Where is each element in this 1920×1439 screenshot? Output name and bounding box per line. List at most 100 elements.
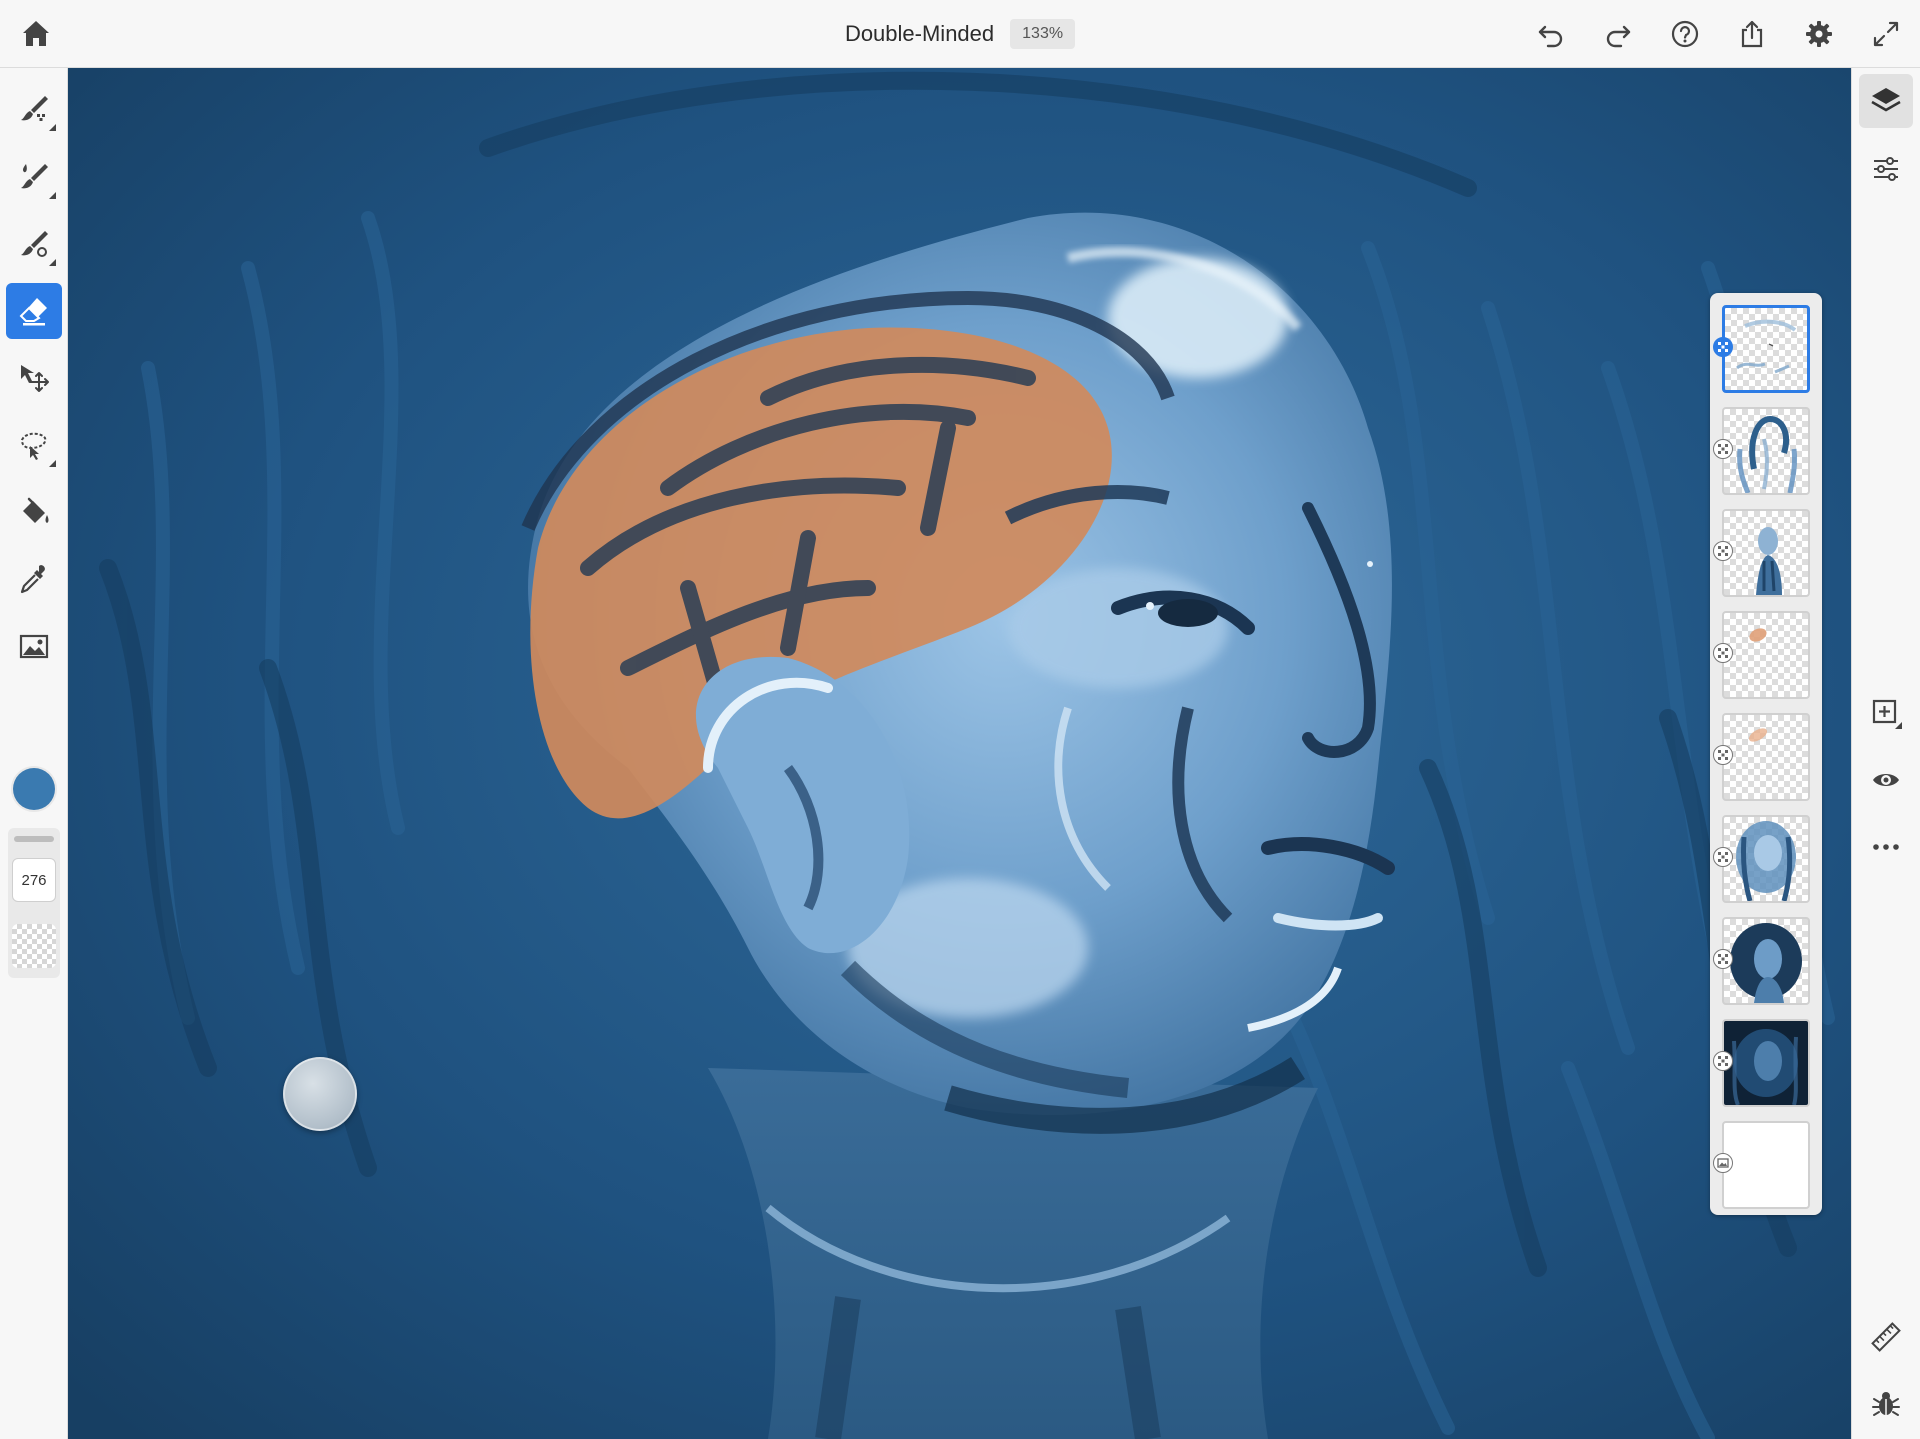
layer-1-preview xyxy=(1736,319,1797,374)
tool-pixel-brush[interactable] xyxy=(6,81,62,137)
pixel-layer-icon xyxy=(1718,750,1728,760)
layer-thumbnail-6[interactable] xyxy=(1722,815,1810,903)
brush-settings-panel: 276 xyxy=(8,828,60,978)
layers-icon xyxy=(1871,88,1901,112)
pixel-layer-icon xyxy=(1718,1056,1728,1066)
layer-properties-icon xyxy=(1874,157,1898,181)
layer-type-badge-1 xyxy=(1713,337,1733,357)
settings-button[interactable] xyxy=(1797,12,1841,56)
layer-type-badge-background xyxy=(1713,1153,1733,1173)
home-icon xyxy=(23,21,49,46)
visibility-icon xyxy=(1873,774,1899,786)
visibility-button[interactable] xyxy=(1859,753,1913,807)
brush-panel-handle[interactable] xyxy=(14,836,54,842)
debug-button[interactable] xyxy=(1859,1377,1913,1431)
layer-thumbnail-7[interactable] xyxy=(1722,917,1810,1005)
tool-selection[interactable] xyxy=(6,417,62,473)
more-icon xyxy=(1873,844,1899,850)
background-layer-thumbnail[interactable] xyxy=(1722,1121,1810,1209)
document-title[interactable]: Double-Minded xyxy=(845,21,994,47)
layer-type-badge-6 xyxy=(1713,847,1733,867)
pixel-layer-icon xyxy=(1718,342,1728,352)
add-layer-button[interactable] xyxy=(1859,686,1913,740)
fullscreen-icon xyxy=(1873,21,1899,47)
top-bar: Double-Minded 133% xyxy=(0,0,1920,68)
layer-type-badge-2 xyxy=(1713,439,1733,459)
share-button[interactable] xyxy=(1730,12,1774,56)
pixel-layer-icon xyxy=(1718,444,1728,454)
pixel-layer-icon xyxy=(1718,852,1728,862)
live-brush-icon xyxy=(21,164,48,189)
layer-thumbnail-4[interactable] xyxy=(1722,611,1810,699)
redo-button[interactable] xyxy=(1596,12,1640,56)
fullscreen-button[interactable] xyxy=(1864,12,1908,56)
undo-icon xyxy=(1538,25,1563,48)
layer-type-badge-5 xyxy=(1713,745,1733,765)
help-icon xyxy=(1671,20,1699,48)
tool-place-image[interactable] xyxy=(6,618,62,674)
tool-transform[interactable] xyxy=(6,350,62,406)
pixel-layer-icon xyxy=(1718,546,1728,556)
undo-button[interactable] xyxy=(1529,12,1573,56)
more-options-button[interactable] xyxy=(1859,820,1913,874)
tool-options-indicator xyxy=(49,259,56,266)
eraser-icon xyxy=(19,298,47,326)
pixel-layer-icon xyxy=(1718,954,1728,964)
layer-thumbnail-5[interactable] xyxy=(1722,713,1810,801)
brush-size-field[interactable]: 276 xyxy=(12,858,56,902)
share-icon xyxy=(1741,20,1763,48)
help-button[interactable] xyxy=(1663,12,1707,56)
vector-brush-icon xyxy=(21,231,48,257)
transform-icon xyxy=(21,365,49,392)
layer-type-badge-7 xyxy=(1713,949,1733,969)
left-toolbar: 276 xyxy=(0,68,68,1439)
tool-options-indicator xyxy=(49,192,56,199)
place-image-icon xyxy=(19,634,49,659)
color-swatch[interactable] xyxy=(13,768,55,810)
touch-shortcut-puck[interactable] xyxy=(283,1057,357,1131)
tool-options-indicator xyxy=(49,124,56,131)
redo-icon xyxy=(1606,25,1631,48)
zoom-level[interactable]: 133% xyxy=(1010,19,1076,49)
home-button[interactable] xyxy=(18,16,54,52)
add-layer-icon xyxy=(1872,699,1902,729)
ruler-button[interactable] xyxy=(1859,1310,1913,1364)
tool-eraser[interactable] xyxy=(6,283,62,339)
layer-3-preview xyxy=(1756,527,1782,595)
layer-type-badge-4 xyxy=(1713,643,1733,663)
top-actions xyxy=(1529,0,1920,68)
tool-vector-brush[interactable] xyxy=(6,216,62,272)
layer-thumbnail-3[interactable] xyxy=(1722,509,1810,597)
right-rail xyxy=(1851,68,1920,1439)
brush-opacity-field[interactable] xyxy=(12,924,56,968)
layer-properties-button[interactable] xyxy=(1859,142,1913,196)
eyedropper-icon xyxy=(20,565,45,594)
tool-eyedropper[interactable] xyxy=(6,551,62,607)
layer-6-preview xyxy=(1736,821,1796,901)
layer-2-preview xyxy=(1737,415,1797,493)
settings-icon xyxy=(1806,21,1832,47)
layer-4-preview xyxy=(1749,628,1767,642)
tool-options-indicator xyxy=(49,460,56,467)
layer-thumbnail-2[interactable] xyxy=(1722,407,1810,495)
painting-artwork xyxy=(68,68,1851,1439)
layer-thumbnail-8[interactable] xyxy=(1722,1019,1810,1107)
ruler-icon xyxy=(1871,1322,1901,1352)
tool-fill[interactable] xyxy=(6,484,62,540)
layer-type-badge-8 xyxy=(1713,1051,1733,1071)
tool-live-brush[interactable] xyxy=(6,149,62,205)
selection-icon xyxy=(20,432,47,460)
debug-icon xyxy=(1872,1392,1900,1416)
layer-thumbnail-1[interactable] xyxy=(1722,305,1810,393)
layer-8-preview xyxy=(1724,1021,1808,1105)
image-layer-icon xyxy=(1717,1158,1729,1168)
fill-icon xyxy=(23,497,49,523)
pixel-layer-icon xyxy=(1718,648,1728,658)
pixel-brush-icon xyxy=(21,96,48,121)
drawing-canvas[interactable] xyxy=(68,68,1851,1439)
layers-button[interactable] xyxy=(1859,74,1913,128)
layer-7-preview xyxy=(1730,923,1802,1003)
layers-panel xyxy=(1710,293,1822,1215)
layer-5-preview xyxy=(1748,728,1768,742)
layer-type-badge-3 xyxy=(1713,541,1733,561)
